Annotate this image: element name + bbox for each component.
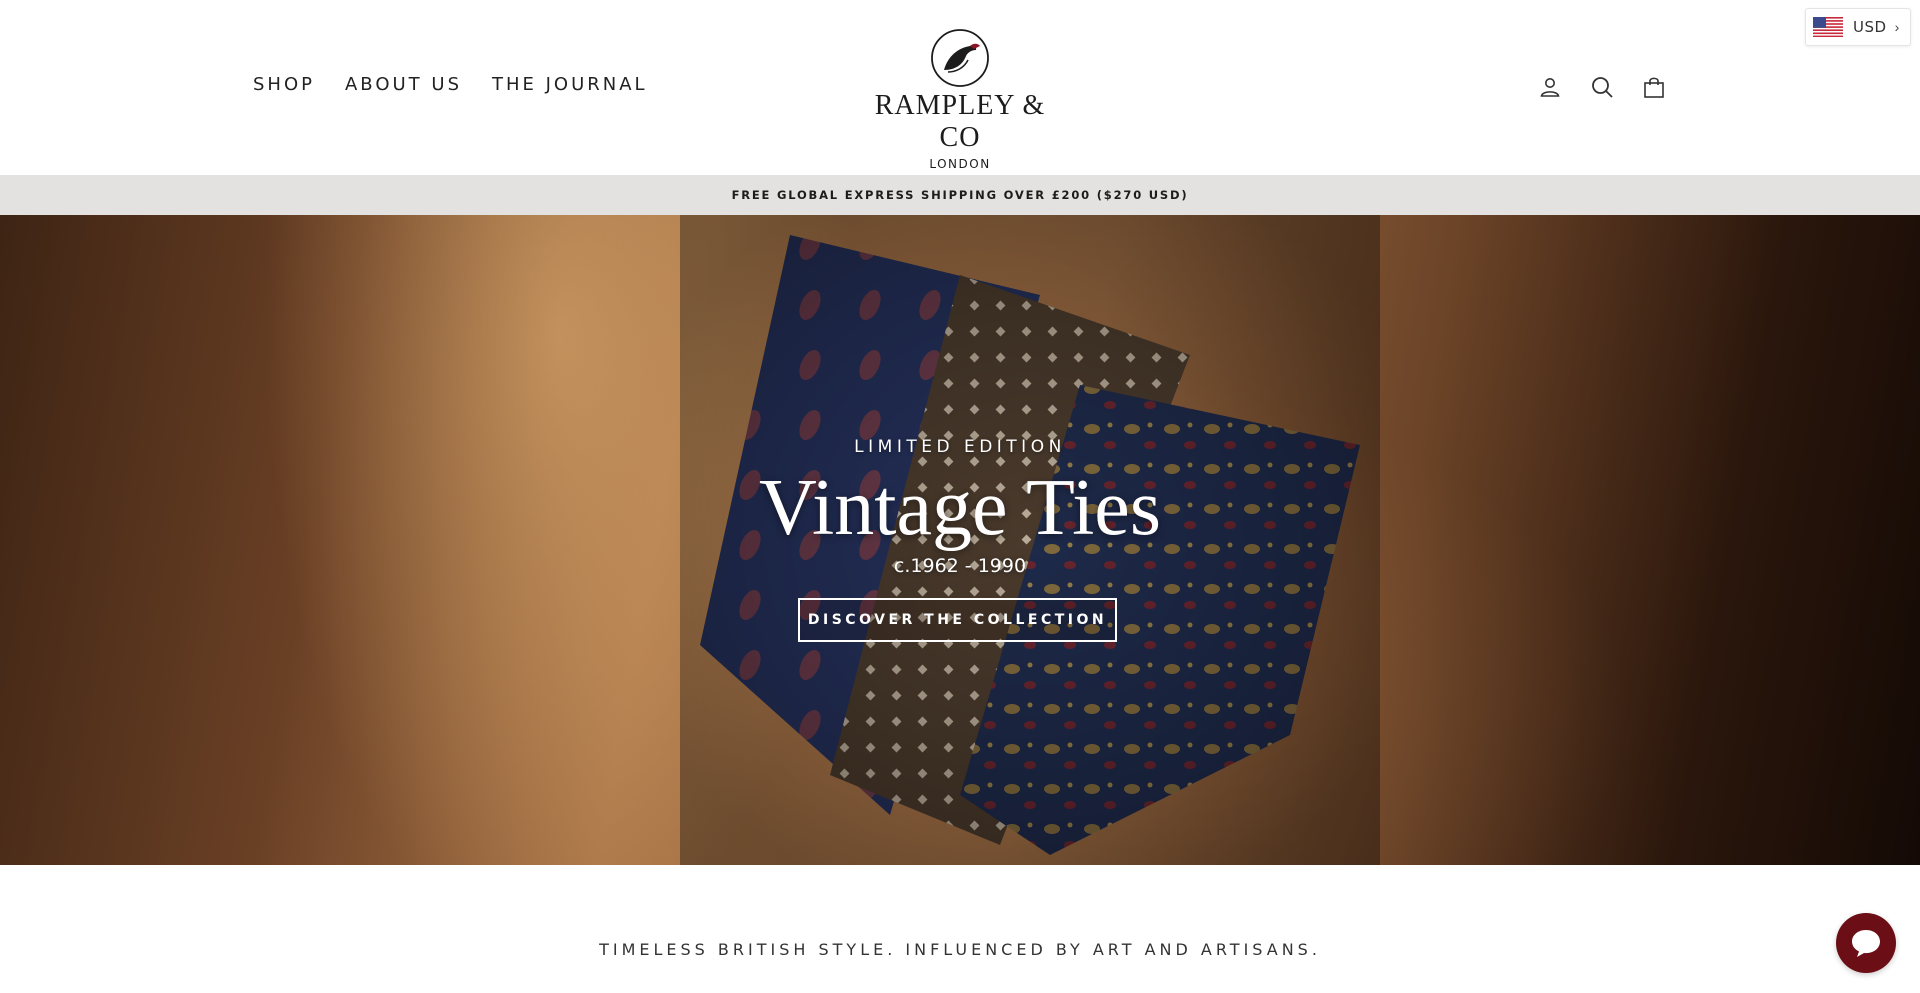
- announcement-text: FREE GLOBAL EXPRESS SHIPPING OVER £200 (…: [731, 188, 1189, 202]
- nav-about-us[interactable]: ABOUT US: [345, 74, 462, 95]
- nav-shop[interactable]: SHOP: [253, 74, 315, 95]
- logo-wordmark: RAMPLEY & CO: [874, 90, 1046, 153]
- hero-content: LIMITED EDITION Vintage Ties c.1962 - 19…: [0, 215, 1920, 865]
- header-actions: [1537, 74, 1667, 100]
- user-icon[interactable]: [1537, 74, 1563, 100]
- hero-banner: LIMITED EDITION Vintage Ties c.1962 - 19…: [0, 215, 1920, 865]
- brand-tagline: TIMELESS BRITISH STYLE. INFLUENCED BY AR…: [599, 940, 1321, 959]
- discover-collection-label: DISCOVER THE COLLECTION: [807, 612, 1108, 628]
- hero-eyebrow: LIMITED EDITION: [854, 437, 1066, 457]
- announcement-bar: FREE GLOBAL EXPRESS SHIPPING OVER £200 (…: [0, 175, 1920, 215]
- search-icon[interactable]: [1589, 74, 1615, 100]
- site-logo[interactable]: RAMPLEY & CO LONDON: [860, 28, 1060, 171]
- logo-subtitle: LONDON: [929, 157, 991, 171]
- hero-title: Vintage Ties: [759, 464, 1161, 552]
- chat-button[interactable]: [1836, 913, 1896, 973]
- cart-icon[interactable]: [1641, 74, 1667, 100]
- hero-subtitle: c.1962 - 1990: [893, 555, 1027, 577]
- chevron-right-icon: ›: [1894, 19, 1900, 35]
- currency-selector[interactable]: USD ›: [1805, 8, 1911, 46]
- bird-emblem-icon: [931, 29, 989, 87]
- site-header: SHOP ABOUT US THE JOURNAL RAMPLEY & CO L…: [0, 0, 1920, 175]
- nav-the-journal[interactable]: THE JOURNAL: [492, 74, 648, 95]
- main-nav: SHOP ABOUT US THE JOURNAL: [253, 74, 678, 95]
- us-flag-icon: [1813, 17, 1843, 37]
- currency-code: USD: [1853, 18, 1887, 36]
- chat-bubble-icon: [1852, 930, 1880, 957]
- discover-collection-button[interactable]: DISCOVER THE COLLECTION: [798, 598, 1117, 642]
